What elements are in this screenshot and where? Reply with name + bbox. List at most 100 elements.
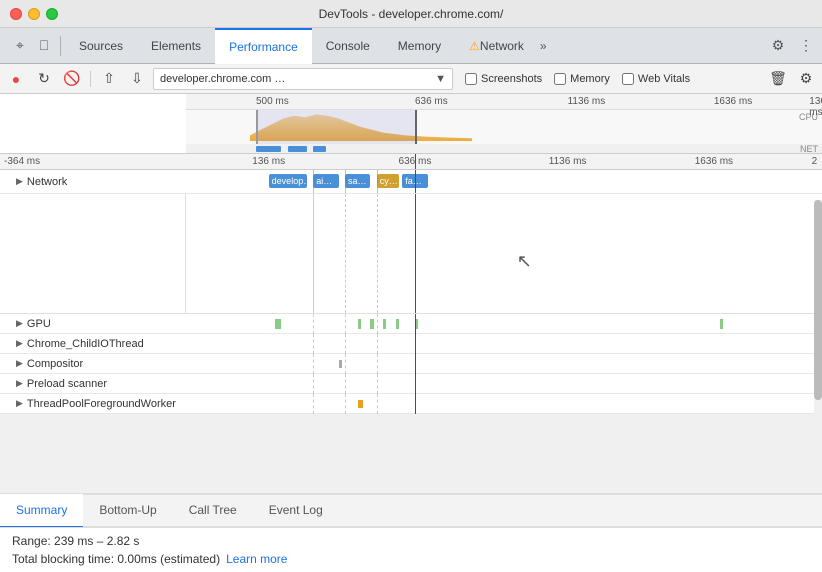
toolbar-settings-icon[interactable]: ⚙ <box>794 67 818 91</box>
time-tick-1: 136 ms <box>252 156 285 167</box>
pre-vline-1 <box>313 374 314 394</box>
learn-more-link[interactable]: Learn more <box>226 552 287 566</box>
gpu-label[interactable]: ▶ GPU <box>0 318 186 330</box>
reload-button[interactable]: ↻ <box>32 67 56 91</box>
settings-icon[interactable]: ⚙ <box>766 34 790 58</box>
screenshots-checkbox[interactable]: Screenshots <box>465 73 542 85</box>
time-tick-5: 2 <box>812 156 818 167</box>
download-button[interactable]: ⇩ <box>125 67 149 91</box>
scrollbar-thumb[interactable] <box>814 200 822 400</box>
comp-vline-1 <box>313 354 314 374</box>
toolbar: ● ↻ 🚫 ⇧ ⇩ developer.chrome.com … ▼ Scree… <box>0 64 822 94</box>
threadpool-content <box>186 394 822 414</box>
time-ruler-right: 136 ms 636 ms 1136 ms 1636 ms 2 <box>186 154 822 169</box>
tab-sources[interactable]: Sources <box>65 28 137 64</box>
memory-checkbox[interactable]: Memory <box>554 73 610 85</box>
threadpool-row: ▶ ThreadPoolForegroundWorker <box>0 394 822 414</box>
gpu-expand-icon[interactable]: ▶ <box>16 318 23 329</box>
cio-vline-2 <box>345 334 346 354</box>
minimize-button[interactable] <box>28 8 40 20</box>
record-button[interactable]: ● <box>4 67 28 91</box>
window-title: DevTools - developer.chrome.com/ <box>319 7 504 21</box>
time-tick-3: 1136 ms <box>549 156 587 167</box>
upload-button[interactable]: ⇧ <box>97 67 121 91</box>
device-icon[interactable]: ⎕ <box>34 36 54 56</box>
status-bar: Range: 239 ms – 2.82 s Total blocking ti… <box>0 527 822 572</box>
inspect-icon[interactable]: ⌖ <box>10 36 30 56</box>
vline-1 <box>313 170 314 193</box>
time-ruler: -364 ms 136 ms 636 ms 1136 ms 1636 ms 2 <box>0 154 822 170</box>
close-button[interactable] <box>10 8 22 20</box>
title-bar: DevTools - developer.chrome.com/ <box>0 0 822 28</box>
pre-red-line <box>415 374 417 394</box>
tab-network[interactable]: ⚠ Network <box>455 28 538 64</box>
threadpool-label[interactable]: ▶ ThreadPoolForegroundWorker <box>0 398 186 410</box>
more-menu-icon[interactable]: ⋮ <box>794 34 818 58</box>
cpu-overview: CPU <box>186 110 822 144</box>
compositor-expand-icon[interactable]: ▶ <box>16 358 23 369</box>
preload-row: ▶ Preload scanner <box>0 374 822 394</box>
tab-bottom-up[interactable]: Bottom-Up <box>83 494 172 528</box>
network-expand-icon[interactable]: ▶ <box>16 176 23 187</box>
net-label: NET <box>800 144 818 154</box>
tab-elements[interactable]: Elements <box>137 28 215 64</box>
web-vitals-checkbox[interactable]: Web Vitals <box>622 73 690 85</box>
gpu-content <box>186 314 822 334</box>
gpu-bar-3 <box>370 319 373 329</box>
clear-button[interactable]: 🚫 <box>60 67 84 91</box>
preload-expand-icon[interactable]: ▶ <box>16 378 23 389</box>
maximize-button[interactable] <box>46 8 58 20</box>
comp-red-line <box>415 354 417 374</box>
dashed-vline-1 <box>313 194 314 313</box>
tab-event-log[interactable]: Event Log <box>253 494 339 528</box>
gpu-bar-4 <box>383 319 386 329</box>
overview-area[interactable]: 500 ms 636 ms 1136 ms 1636 ms 136 ms CPU… <box>0 94 822 154</box>
gpu-vline-3 <box>377 314 378 334</box>
gpu-bar-2 <box>358 319 361 329</box>
network-row-label[interactable]: ▶ Network <box>0 176 186 188</box>
scroll-area[interactable]: ▶ Network develop… ai… sa… cy… fa… <box>0 170 822 493</box>
tp-bar-1 <box>358 400 363 408</box>
tab-summary[interactable]: Summary <box>0 494 83 528</box>
warning-icon: ⚠ <box>469 39 480 53</box>
tab-bar-icons: ⌖ ⎕ <box>4 36 61 56</box>
gpu-bar-1 <box>275 319 281 329</box>
overview-tick-4: 1636 ms <box>714 96 752 107</box>
network-timeline-row: ▶ Network develop… ai… sa… cy… fa… <box>0 170 822 194</box>
tab-call-tree[interactable]: Call Tree <box>173 494 253 528</box>
bottom-tabs: Summary Bottom-Up Call Tree Event Log <box>0 493 822 527</box>
tab-bar: ⌖ ⎕ Sources Elements Performance Console… <box>0 28 822 64</box>
net-item-4: cy… <box>377 174 399 188</box>
selection-right-handle[interactable] <box>415 110 417 144</box>
tab-console[interactable]: Console <box>312 28 384 64</box>
tab-overflow[interactable]: » <box>540 39 547 53</box>
red-marker-line <box>415 154 417 169</box>
comp-vline-3 <box>377 354 378 374</box>
tp-red-line <box>415 394 417 414</box>
net-bar-2 <box>288 146 307 152</box>
tab-memory[interactable]: Memory <box>384 28 455 64</box>
child-io-expand-icon[interactable]: ▶ <box>16 338 23 349</box>
preload-label[interactable]: ▶ Preload scanner <box>0 378 186 390</box>
child-io-label[interactable]: ▶ Chrome_ChildIOThread <box>0 338 186 350</box>
threadpool-expand-icon[interactable]: ▶ <box>16 398 23 409</box>
compositor-label[interactable]: ▶ Compositor <box>0 358 186 370</box>
gpu-red-line <box>415 314 417 334</box>
selection-left-handle[interactable] <box>256 110 258 144</box>
tp-vline-1 <box>313 394 314 414</box>
network-row-content: develop… ai… sa… cy… fa… <box>186 170 822 193</box>
url-dropdown-icon[interactable]: ▼ <box>435 73 446 85</box>
compositor-row: ▶ Compositor <box>0 354 822 374</box>
main-content: -364 ms 136 ms 636 ms 1136 ms 1636 ms 2 … <box>0 154 822 572</box>
status-blocking: Total blocking time: 0.00ms (estimated) … <box>12 552 810 566</box>
cio-vline-3 <box>377 334 378 354</box>
tab-performance[interactable]: Performance <box>215 28 312 64</box>
delete-button[interactable]: 🗑 <box>766 67 790 91</box>
comp-bar-1 <box>339 360 342 368</box>
tab-bar-right: ⚙ ⋮ <box>766 34 818 58</box>
gpu-vline-1 <box>313 314 314 334</box>
flame-chart-content: ↖ <box>186 194 822 313</box>
gpu-vline-2 <box>345 314 346 334</box>
scrollbar-track <box>814 200 822 442</box>
url-bar[interactable]: developer.chrome.com … ▼ <box>153 68 453 90</box>
